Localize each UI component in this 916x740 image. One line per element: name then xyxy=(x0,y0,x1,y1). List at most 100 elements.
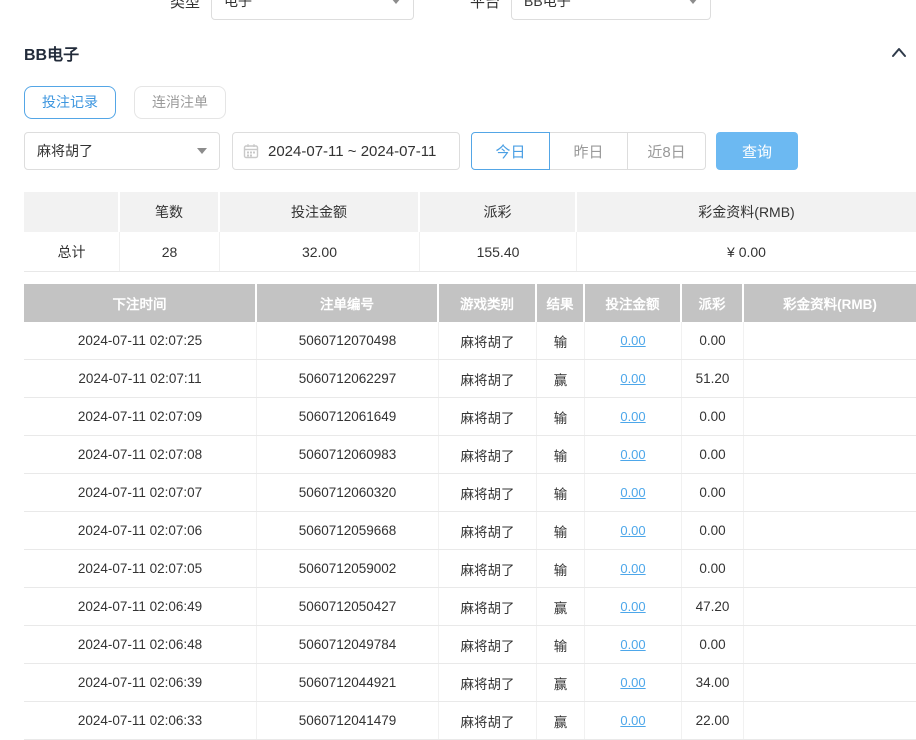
chevron-down-icon xyxy=(391,0,401,4)
top-filter-row: 类型 电子 平台 BB电子 xyxy=(170,0,711,20)
game-select[interactable]: 麻将胡了 xyxy=(24,132,220,170)
order-id-cell: 5060712059668 xyxy=(257,512,439,549)
bet-amount-cell: 0.00 xyxy=(585,322,682,359)
bet-amount-cell: 0.00 xyxy=(585,398,682,435)
table-row: 2024-07-11 02:07:06 5060712059668 麻将胡了 输… xyxy=(24,512,916,550)
bet-amount-link[interactable]: 0.00 xyxy=(620,447,645,462)
records-table: 下注时间 注单编号 游戏类别 结果 投注金额 派彩 彩金资料(RMB) 2024… xyxy=(24,284,916,740)
bet-amount-cell: 0.00 xyxy=(585,626,682,663)
order-id-cell: 5060712044921 xyxy=(257,664,439,701)
payout-cell: 51.20 xyxy=(682,360,744,397)
bet-time-cell: 2024-07-11 02:06:39 xyxy=(24,664,257,701)
header-bet-time: 下注时间 xyxy=(24,284,257,322)
calendar-icon xyxy=(243,143,259,159)
bet-amount-cell: 0.00 xyxy=(585,702,682,739)
order-id-cell: 5060712041479 xyxy=(257,702,439,739)
bet-amount-cell: 0.00 xyxy=(585,360,682,397)
last-8-days-button[interactable]: 近8日 xyxy=(627,132,706,170)
game-type-cell: 麻将胡了 xyxy=(439,588,537,625)
table-row: 2024-07-11 02:07:05 5060712059002 麻将胡了 输… xyxy=(24,550,916,588)
search-button[interactable]: 查询 xyxy=(716,132,798,170)
order-id-cell: 5060712062297 xyxy=(257,360,439,397)
game-type-cell: 麻将胡了 xyxy=(439,702,537,739)
yesterday-button[interactable]: 昨日 xyxy=(549,132,628,170)
quick-date-button-group: 今日 昨日 近8日 xyxy=(471,132,706,170)
table-row: 2024-07-11 02:06:33 5060712041479 麻将胡了 赢… xyxy=(24,702,916,740)
bet-amount-link[interactable]: 0.00 xyxy=(620,523,645,538)
game-type-cell: 麻将胡了 xyxy=(439,436,537,473)
collapse-chevron-up-icon[interactable] xyxy=(890,44,908,62)
date-range-picker[interactable]: 2024-07-11 ~ 2024-07-11 xyxy=(232,132,460,170)
header-game-type: 游戏类别 xyxy=(439,284,537,322)
result-cell: 赢 xyxy=(537,360,585,397)
table-row: 2024-07-11 02:06:49 5060712050427 麻将胡了 赢… xyxy=(24,588,916,626)
tab-bet-records[interactable]: 投注记录 xyxy=(24,86,116,119)
result-cell: 赢 xyxy=(537,664,585,701)
table-row: 2024-07-11 02:07:07 5060712060320 麻将胡了 输… xyxy=(24,474,916,512)
jackpot-cell xyxy=(744,550,916,587)
summary-total-payout: 155.40 xyxy=(420,232,577,271)
bet-amount-cell: 0.00 xyxy=(585,474,682,511)
section-header: BB电子 xyxy=(0,40,916,66)
chevron-down-icon xyxy=(197,148,207,154)
chevron-down-icon xyxy=(688,0,698,4)
game-type-cell: 麻将胡了 xyxy=(439,322,537,359)
bet-amount-link[interactable]: 0.00 xyxy=(620,485,645,500)
result-cell: 输 xyxy=(537,550,585,587)
bet-amount-link[interactable]: 0.00 xyxy=(620,713,645,728)
summary-total-bet-amount: 32.00 xyxy=(220,232,420,271)
bet-time-cell: 2024-07-11 02:07:06 xyxy=(24,512,257,549)
payout-cell: 0.00 xyxy=(682,436,744,473)
payout-cell: 0.00 xyxy=(682,550,744,587)
order-id-cell: 5060712059002 xyxy=(257,550,439,587)
payout-cell: 22.00 xyxy=(682,702,744,739)
jackpot-cell xyxy=(744,702,916,739)
bet-amount-link[interactable]: 0.00 xyxy=(620,561,645,576)
bet-amount-cell: 0.00 xyxy=(585,550,682,587)
summary-total-count: 28 xyxy=(120,232,220,271)
game-type-cell: 麻将胡了 xyxy=(439,512,537,549)
result-cell: 输 xyxy=(537,398,585,435)
tab-cancelled-orders[interactable]: 连消注单 xyxy=(134,86,226,119)
summary-header-jackpot: 彩金资料(RMB) xyxy=(577,192,916,232)
bet-time-cell: 2024-07-11 02:07:08 xyxy=(24,436,257,473)
bet-amount-link[interactable]: 0.00 xyxy=(620,333,645,348)
bet-time-cell: 2024-07-11 02:07:11 xyxy=(24,360,257,397)
bet-amount-link[interactable]: 0.00 xyxy=(620,675,645,690)
bet-amount-link[interactable]: 0.00 xyxy=(620,599,645,614)
bet-time-cell: 2024-07-11 02:06:48 xyxy=(24,626,257,663)
result-cell: 输 xyxy=(537,512,585,549)
bet-time-cell: 2024-07-11 02:06:49 xyxy=(24,588,257,625)
filter-bar: 麻将胡了 2024-07-11 ~ 2024-07-11 今日 昨日 近8日 查… xyxy=(24,132,798,170)
game-select-value: 麻将胡了 xyxy=(37,141,93,161)
section-title: BB电子 xyxy=(24,41,79,65)
type-select[interactable]: 电子 xyxy=(211,0,414,20)
game-type-cell: 麻将胡了 xyxy=(439,360,537,397)
payout-cell: 34.00 xyxy=(682,664,744,701)
platform-select[interactable]: BB电子 xyxy=(511,0,711,20)
bet-amount-link[interactable]: 0.00 xyxy=(620,371,645,386)
jackpot-cell xyxy=(744,664,916,701)
bet-time-cell: 2024-07-11 02:07:05 xyxy=(24,550,257,587)
game-type-cell: 麻将胡了 xyxy=(439,550,537,587)
table-row: 2024-07-11 02:06:39 5060712044921 麻将胡了 赢… xyxy=(24,664,916,702)
jackpot-cell xyxy=(744,360,916,397)
bet-amount-link[interactable]: 0.00 xyxy=(620,637,645,652)
summary-total-jackpot: ¥ 0.00 xyxy=(577,232,916,271)
bet-amount-link[interactable]: 0.00 xyxy=(620,409,645,424)
payout-cell: 0.00 xyxy=(682,398,744,435)
platform-select-value: BB电子 xyxy=(524,0,571,11)
game-type-cell: 麻将胡了 xyxy=(439,474,537,511)
result-cell: 输 xyxy=(537,322,585,359)
result-cell: 输 xyxy=(537,626,585,663)
summary-header-empty xyxy=(24,192,120,232)
header-result: 结果 xyxy=(537,284,585,322)
payout-cell: 0.00 xyxy=(682,512,744,549)
summary-total-label: 总计 xyxy=(24,232,120,271)
record-type-tabs: 投注记录 连消注单 xyxy=(24,86,226,119)
today-button[interactable]: 今日 xyxy=(471,132,550,170)
bet-amount-cell: 0.00 xyxy=(585,664,682,701)
order-id-cell: 5060712070498 xyxy=(257,322,439,359)
bet-time-cell: 2024-07-11 02:07:07 xyxy=(24,474,257,511)
payout-cell: 0.00 xyxy=(682,626,744,663)
